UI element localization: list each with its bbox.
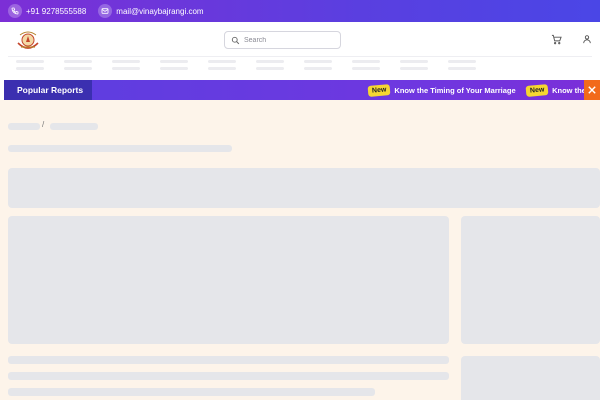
reports-ticker: New Know the Timing of Your Marriage New… <box>367 80 600 100</box>
text-line-placeholder <box>8 388 375 396</box>
nav-item-placeholder[interactable] <box>448 60 476 70</box>
main-content-loading: / <box>0 100 600 400</box>
nav-item-placeholder[interactable] <box>256 60 284 70</box>
banner-placeholder <box>8 168 600 208</box>
header-divider <box>8 56 592 57</box>
site-header <box>0 22 600 78</box>
search-box[interactable] <box>224 31 341 49</box>
text-line-placeholder <box>8 372 449 380</box>
side-card-placeholder <box>461 356 600 400</box>
nav-item-placeholder[interactable] <box>16 60 44 70</box>
top-contact-bar: +91 9278555588 mail@vinaybajrangi.com <box>0 0 600 22</box>
breadcrumb-separator: / <box>42 120 45 129</box>
phone-contact[interactable]: +91 9278555588 <box>8 4 86 18</box>
nav-item-placeholder[interactable] <box>112 60 140 70</box>
breadcrumb-placeholder <box>8 123 40 130</box>
title-placeholder <box>8 145 232 152</box>
popular-reports-label: Popular Reports <box>4 80 92 100</box>
popular-reports-bar: Popular Reports New Know the Timing of Y… <box>4 80 600 100</box>
new-badge: New <box>367 83 391 97</box>
nav-item-placeholder[interactable] <box>64 60 92 70</box>
main-card-placeholder <box>8 216 449 344</box>
ticker-item-text: Know the Timing of Your Marriage <box>394 85 516 95</box>
user-icon[interactable] <box>582 34 592 44</box>
close-reports-button[interactable] <box>584 80 600 100</box>
phone-number: +91 9278555588 <box>26 6 87 16</box>
phone-icon <box>8 4 22 18</box>
nav-item-placeholder[interactable] <box>304 60 332 70</box>
nav-item-placeholder[interactable] <box>208 60 236 70</box>
main-nav-placeholder <box>16 60 476 70</box>
nav-item-placeholder[interactable] <box>352 60 380 70</box>
search-icon <box>231 36 240 44</box>
search-input[interactable] <box>244 33 334 47</box>
email-address: mail@vinaybajrangi.com <box>116 6 204 16</box>
new-badge: New <box>525 83 549 97</box>
nav-item-placeholder[interactable] <box>400 60 428 70</box>
nav-item-placeholder[interactable] <box>160 60 188 70</box>
site-logo[interactable] <box>14 27 42 53</box>
mail-icon <box>98 4 113 18</box>
side-card-placeholder <box>461 216 600 344</box>
close-icon <box>588 86 596 94</box>
email-contact[interactable]: mail@vinaybajrangi.com <box>98 4 204 18</box>
ticker-item[interactable]: New Know the Timing of Your Marriage <box>367 83 516 97</box>
cart-icon[interactable] <box>551 34 562 45</box>
text-line-placeholder <box>8 356 449 364</box>
breadcrumb-placeholder <box>50 123 98 130</box>
logo-emblem-icon <box>17 31 39 49</box>
